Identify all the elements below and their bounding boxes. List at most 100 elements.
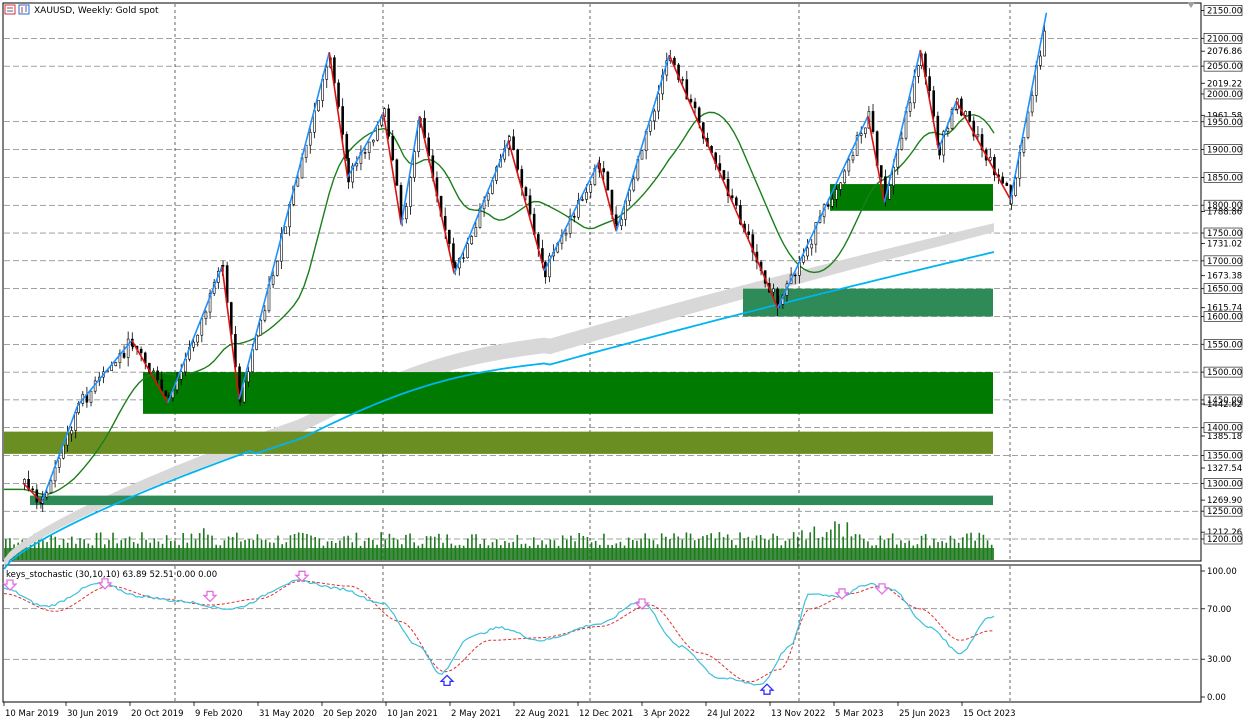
candle-body	[49, 480, 53, 494]
price-label: 1788.86	[1207, 207, 1242, 217]
candle-body	[772, 288, 775, 293]
candle-body	[976, 134, 980, 137]
price-label: 2100.00	[1207, 34, 1242, 44]
candle-body	[152, 370, 155, 373]
price-label: 1731.02	[1207, 240, 1242, 250]
price-label: 2076.86	[1207, 47, 1242, 57]
candle-body	[409, 177, 412, 207]
time-label: 3 Apr 2022	[643, 709, 690, 719]
time-label: 20 Sep 2020	[323, 709, 377, 719]
price-label: 1500.00	[1207, 368, 1242, 378]
chart-canvas[interactable]: 2150.00 2100.00 2076.86 2050.00 2019.222000.…	[0, 0, 1254, 724]
candle-body	[632, 178, 636, 191]
candle-body	[606, 171, 610, 191]
candle-body	[259, 319, 263, 336]
chart-title: XAUUSD, Weekly: Gold spot	[34, 6, 159, 16]
candle-body	[363, 152, 367, 154]
candle-body	[126, 338, 130, 358]
candle-body	[45, 492, 49, 498]
candle-body	[572, 215, 576, 218]
candle-body	[284, 226, 287, 235]
candle-body	[317, 100, 320, 112]
candle-body	[892, 166, 895, 187]
candle-body	[355, 163, 359, 167]
candle-body	[1005, 182, 1009, 186]
candle-body	[888, 185, 891, 200]
time-label: 30 Jun 2019	[67, 709, 118, 719]
candle-body	[448, 229, 451, 244]
price-label: 1250.00	[1207, 507, 1242, 517]
candle-body	[968, 111, 971, 122]
candle-body	[247, 371, 250, 383]
candle-body	[653, 110, 656, 122]
candle-body	[614, 214, 618, 225]
candle-body	[528, 195, 532, 215]
time-label: 24 Jul 2022	[707, 709, 755, 719]
candle-body	[693, 101, 697, 109]
candle-body	[585, 191, 588, 200]
price-label: 1850.00	[1207, 173, 1242, 183]
price-label: 1550.00	[1207, 340, 1242, 350]
candle-body	[372, 139, 375, 143]
candle-body	[70, 430, 73, 435]
candle-body	[793, 274, 797, 277]
candle-body	[122, 352, 126, 358]
candle-body	[657, 93, 660, 112]
candle-body	[843, 170, 847, 184]
price-label: 1269.90	[1207, 496, 1242, 506]
candle-body	[347, 158, 350, 183]
indicator-label: keys_stochastic (30,10,10) 63.89 52.51 0…	[6, 570, 217, 580]
candle-body	[589, 184, 593, 193]
candle-body	[160, 379, 164, 392]
candle-body	[325, 66, 329, 80]
candle-body	[57, 457, 61, 468]
candle-body	[474, 227, 478, 237]
candle-body	[831, 198, 834, 207]
indicator-level-label: 70.00	[1207, 605, 1231, 615]
candle-body	[391, 135, 395, 161]
bars-icon[interactable]	[18, 4, 30, 15]
candle-body	[156, 370, 159, 381]
price-label: 1700.00	[1207, 257, 1242, 267]
candle-body	[114, 362, 118, 366]
candle-body	[602, 168, 606, 173]
candle-body	[466, 243, 469, 259]
candle-body	[271, 275, 275, 285]
price-label: 2150.00	[1207, 7, 1242, 17]
candle-body	[405, 206, 408, 220]
chart-window[interactable]: 2150.00 2100.00 2076.86 2050.00 2019.22 2000.…	[0, 0, 1254, 724]
candle-body	[308, 131, 312, 146]
candle-body	[928, 76, 931, 92]
time-label: 20 Oct 2019	[131, 709, 184, 719]
candle-body	[204, 311, 208, 319]
candle-body	[879, 165, 883, 178]
time-label: 12 Dec 2021	[579, 709, 633, 719]
candle-body	[367, 141, 371, 154]
candle-body	[988, 156, 992, 161]
price-label: 1300.00	[1207, 479, 1242, 489]
candle-body	[139, 348, 143, 354]
candle-body	[697, 107, 701, 123]
candle-body	[564, 233, 568, 236]
price-label: 1200.00	[1207, 535, 1242, 545]
candle-body	[917, 65, 920, 77]
chart-header: XAUUSD, Weekly: Gold spot	[4, 4, 159, 16]
time-label: 2 May 2021	[451, 709, 501, 719]
price-zone	[4, 431, 993, 454]
candle-body	[1022, 137, 1026, 153]
candle-body	[735, 197, 738, 206]
candle-body	[413, 151, 416, 178]
candle-body	[859, 133, 863, 136]
candle-body	[192, 341, 195, 348]
chart-icon[interactable]	[4, 4, 16, 15]
time-label: 22 Aug 2021	[515, 709, 569, 719]
time-label: 10 Jan 2021	[387, 709, 438, 719]
time-label: 31 May 2020	[259, 709, 314, 719]
candle-body	[453, 262, 457, 269]
price-label: 1385.18	[1207, 432, 1242, 442]
candle-body	[681, 79, 684, 81]
candle-body	[1039, 55, 1042, 66]
candle-body	[847, 159, 851, 172]
candle-body	[131, 345, 135, 348]
price-label: 1650.00	[1207, 285, 1242, 295]
